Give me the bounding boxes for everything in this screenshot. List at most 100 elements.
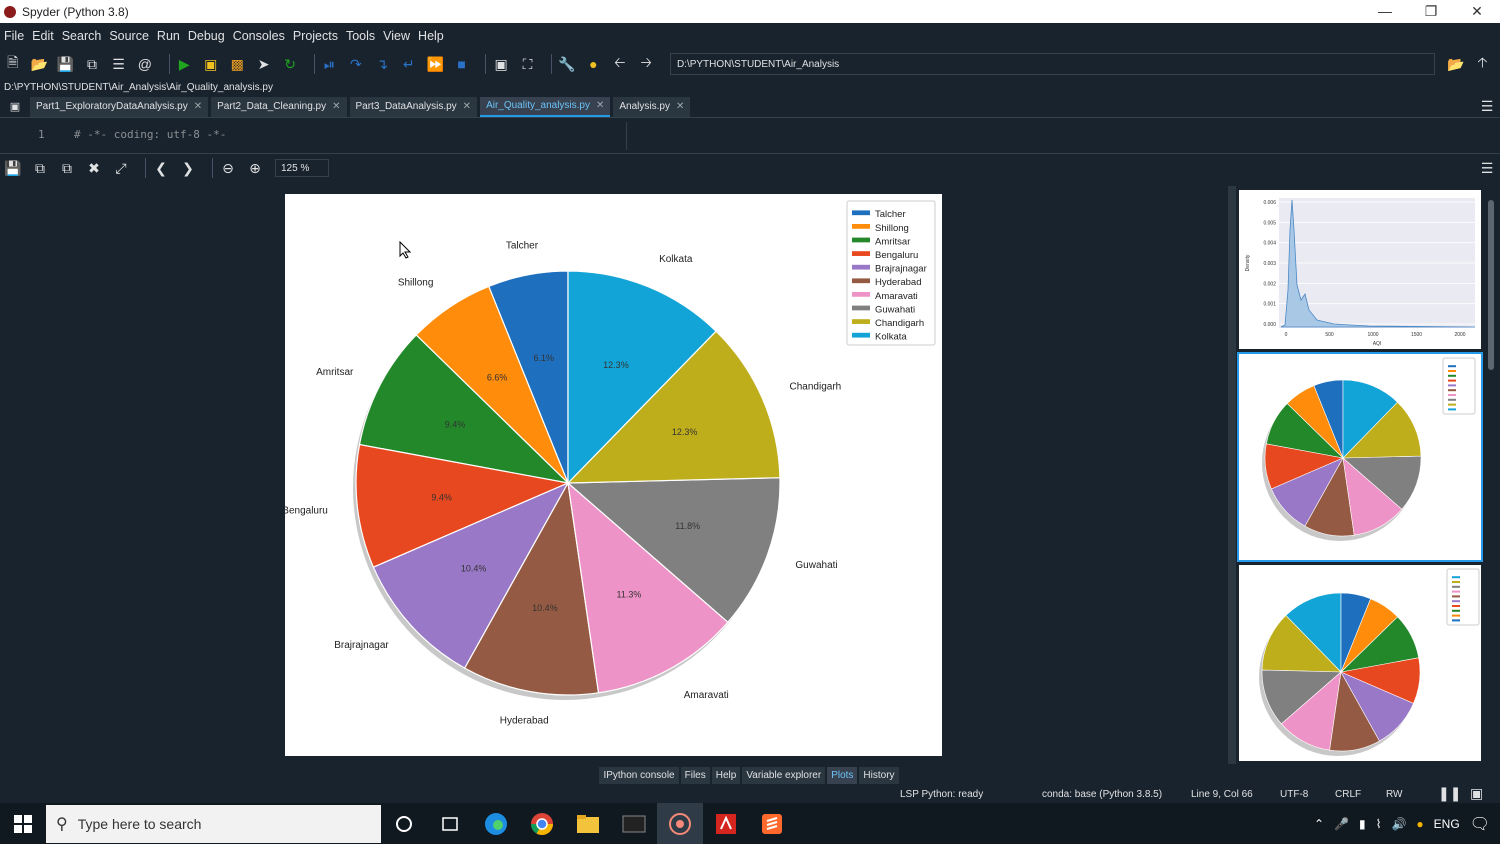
menu-help[interactable]: Help [418, 29, 444, 43]
editor-tab[interactable]: Part1_ExploratoryDataAnalysis.py ✕ [30, 96, 209, 117]
menu-run[interactable]: Run [157, 29, 180, 43]
thumbnail-pie-2[interactable] [1239, 565, 1481, 761]
terminal-icon[interactable] [611, 803, 657, 844]
close-tab-icon[interactable]: ✕ [676, 101, 684, 112]
volume-icon[interactable]: 🔊 [1391, 817, 1406, 831]
open-file-icon[interactable]: 📂 [30, 55, 47, 73]
pane-tab[interactable]: Help [711, 766, 741, 784]
pane-tab[interactable]: Plots [827, 766, 858, 784]
remove-all-plots-icon[interactable]: ⤢ [112, 159, 130, 177]
battery-icon[interactable]: ▮ [1359, 817, 1366, 831]
run-icon[interactable]: ▶ [176, 55, 193, 73]
thumbnail-kde[interactable]: 0.006 0.005 0.004 0.003 0.002 0.001 0.000 0 500 1… [1239, 190, 1481, 349]
editor-tab[interactable]: Air_Quality_analysis.py ✕ [480, 96, 611, 117]
debug-step-return-icon[interactable]: ↵ [400, 55, 417, 73]
menu-search[interactable]: Search [62, 29, 102, 43]
microphone-icon[interactable]: 🎤 [1334, 817, 1349, 831]
debug-icon[interactable]: ⏯ [321, 55, 338, 73]
close-tab-icon[interactable]: ✕ [194, 101, 202, 112]
editor-tab[interactable]: Part2_Data_Cleaning.py ✕ [211, 96, 347, 117]
rerun-icon[interactable]: ↻ [281, 55, 298, 73]
run-cell-advance-icon[interactable]: ▩ [228, 55, 245, 73]
run-cell-icon[interactable]: ▣ [202, 55, 219, 73]
debug-step-icon[interactable]: ↷ [347, 55, 364, 73]
window-title: Spyder (Python 3.8) [22, 4, 129, 19]
code-editor[interactable]: 1 # -*- coding: utf-8 -*- [0, 118, 1500, 154]
menu-view[interactable]: View [383, 29, 410, 43]
pane-tab[interactable]: IPython console [599, 766, 679, 784]
next-plot-icon[interactable]: ❯ [179, 159, 197, 177]
new-file-icon[interactable]: 🗎 [4, 54, 21, 73]
thumbnail-pie-selected[interactable] [1237, 352, 1483, 562]
menu-edit[interactable]: Edit [32, 29, 54, 43]
debug-stop-icon[interactable]: ■ [453, 55, 470, 73]
menu-source[interactable]: Source [109, 29, 149, 43]
browse-tabs-icon[interactable]: ▣ [6, 98, 24, 116]
close-tab-icon[interactable]: ✕ [463, 101, 471, 112]
pane-tab[interactable]: History [859, 766, 899, 784]
wifi-icon[interactable]: ⌇ [1376, 817, 1382, 831]
minimize-button[interactable]: — [1362, 3, 1408, 20]
spyder-taskbar-icon[interactable] [657, 803, 703, 844]
editor-tab[interactable]: Part3_DataAnalysis.py ✕ [349, 96, 478, 117]
fullscreen-icon[interactable]: ⛶ [519, 55, 536, 73]
close-tab-icon[interactable]: ✕ [596, 100, 604, 111]
zoom-out-icon[interactable]: ⊖ [219, 159, 237, 177]
save-plot-icon[interactable]: 💾 [4, 159, 22, 177]
chevron-up-icon[interactable]: ⌃ [1314, 817, 1324, 831]
pane-tab[interactable]: Variable explorer [742, 766, 826, 784]
pie-chart-figure[interactable]: Talcher 6.1% Shillong 6.6% Amritsar 9.4% Benga… [282, 194, 942, 756]
editor-tab[interactable]: Analysis.py ✕ [613, 96, 691, 117]
back-arrow-icon[interactable]: 🡠 [611, 54, 628, 73]
python-path-icon[interactable]: ● [585, 55, 602, 73]
parent-directory-icon[interactable]: 🡡 [1474, 54, 1491, 73]
remove-plot-icon[interactable]: ✖ [85, 159, 103, 177]
save-all-icon[interactable]: ⧉ [83, 55, 100, 73]
debug-step-into-icon[interactable]: ↴ [374, 55, 391, 73]
menu-debug[interactable]: Debug [188, 29, 225, 43]
at-icon[interactable]: @ [136, 55, 153, 73]
menu-projects[interactable]: Projects [293, 29, 338, 43]
editor-tab-label: Part1_ExploratoryDataAnalysis.py [36, 101, 188, 112]
plot-splitter[interactable] [1228, 186, 1236, 764]
save-all-plots-icon[interactable]: ⧉ [31, 159, 49, 177]
menu-tools[interactable]: Tools [346, 29, 375, 43]
language-indicator[interactable]: ENG [1434, 817, 1460, 831]
editor-options-menu-icon[interactable]: ☰ [1478, 98, 1496, 116]
outline-icon[interactable]: ☰ [110, 55, 127, 73]
run-selection-icon[interactable]: ➤ [255, 55, 272, 73]
menu-consoles[interactable]: Consoles [233, 29, 285, 43]
sublime-icon[interactable] [749, 803, 795, 844]
maximize-pane-icon[interactable]: ▣ [492, 55, 509, 73]
chrome-browser-icon[interactable] [519, 803, 565, 844]
taskbar-search[interactable]: ⚲ Type here to search [46, 804, 381, 843]
forward-arrow-icon[interactable]: 🡢 [638, 54, 655, 73]
notifications-icon[interactable]: 🗨 [1470, 814, 1490, 834]
working-directory-field[interactable]: D:\PYTHON\STUDENT\Air_Analysis [669, 53, 1436, 75]
cortana-icon[interactable] [381, 803, 427, 844]
task-view-icon[interactable] [427, 803, 473, 844]
file-explorer-icon[interactable] [565, 803, 611, 844]
zoom-level-field[interactable]: 125 % [275, 159, 329, 177]
screen-icon[interactable]: ▣ [1470, 785, 1483, 802]
zoom-in-icon[interactable]: ⊕ [246, 159, 264, 177]
thumbnails-scrollbar[interactable] [1488, 200, 1494, 370]
close-tab-icon[interactable]: ✕ [332, 101, 340, 112]
copy-plot-icon[interactable]: ⧉ [58, 159, 76, 177]
windows-start-icon[interactable] [0, 803, 46, 844]
close-button[interactable]: ✕ [1454, 3, 1500, 20]
plots-options-menu-icon[interactable]: ☰ [1478, 159, 1496, 177]
pane-tab[interactable]: Files [680, 766, 710, 784]
edge-browser-icon[interactable] [473, 803, 519, 844]
debug-continue-icon[interactable]: ⏩ [427, 55, 444, 73]
chrome-tray-icon[interactable]: ● [1416, 817, 1423, 831]
restore-button[interactable]: ❐ [1408, 3, 1454, 20]
code-line[interactable]: # -*- coding: utf-8 -*- [74, 128, 226, 141]
save-icon[interactable]: 💾 [57, 55, 74, 73]
browse-folder-icon[interactable]: 📂 [1447, 55, 1464, 73]
acrobat-icon[interactable] [703, 803, 749, 844]
preferences-wrench-icon[interactable]: 🔧 [558, 55, 575, 73]
previous-plot-icon[interactable]: ❮ [152, 159, 170, 177]
menu-file[interactable]: File [4, 29, 24, 43]
pause-icon[interactable]: ❚❚ [1438, 785, 1461, 802]
